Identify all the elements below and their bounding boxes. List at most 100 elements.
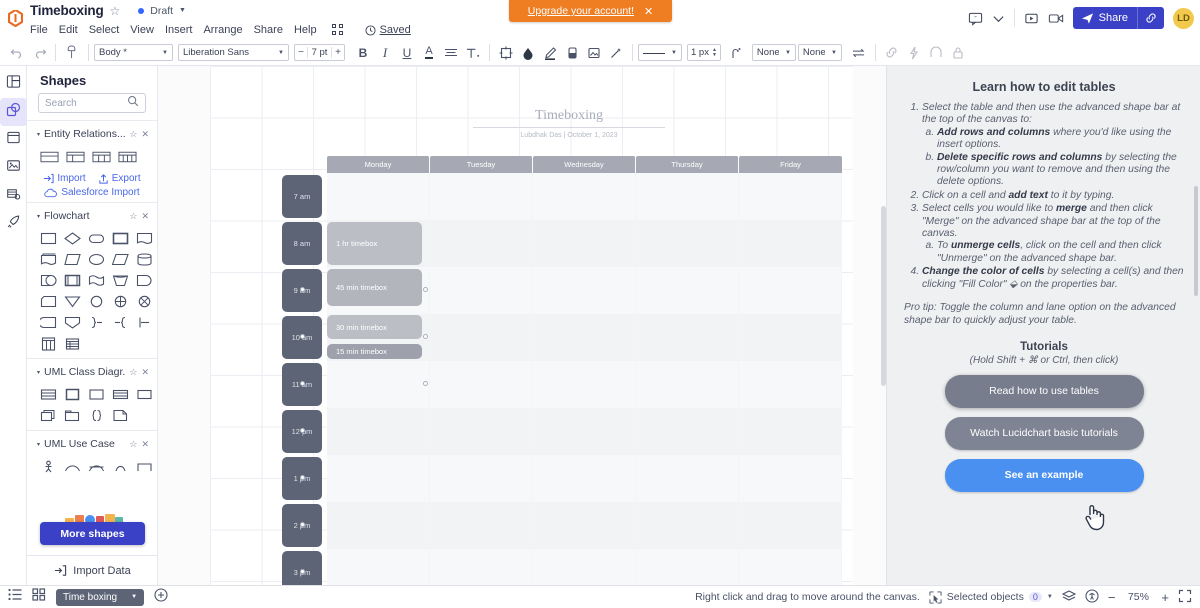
selection-handle[interactable]: [300, 428, 305, 433]
shape-merge[interactable]: [60, 291, 84, 312]
cell[interactable]: [533, 408, 636, 455]
shape-circle[interactable]: [84, 291, 108, 312]
row-cells[interactable]: [327, 173, 842, 220]
canvas-title[interactable]: Timeboxing: [473, 108, 665, 128]
row-cells[interactable]: [327, 502, 842, 549]
shape-stored-data[interactable]: [36, 312, 60, 333]
undo-icon[interactable]: [6, 42, 28, 64]
shape-data[interactable]: [60, 249, 84, 270]
shape-predefined-process[interactable]: [108, 228, 132, 249]
swap-arrows-icon[interactable]: [848, 42, 870, 64]
see-an-example-button[interactable]: See an example: [944, 458, 1144, 492]
cell[interactable]: [533, 455, 636, 502]
shape-uml-usecase-arc-line[interactable]: [84, 456, 108, 477]
menu-item-file[interactable]: File: [30, 24, 48, 36]
cell[interactable]: [533, 361, 636, 408]
cell[interactable]: [327, 173, 430, 220]
shape-subroutine[interactable]: [60, 270, 84, 291]
time-label-3pm[interactable]: 3 pm: [282, 551, 322, 585]
line-color-icon[interactable]: [539, 42, 561, 64]
row-cells[interactable]: 1 hr timebox: [327, 220, 842, 267]
cell[interactable]: [533, 220, 636, 267]
cell[interactable]: [430, 361, 533, 408]
time-label-8am[interactable]: 8 am: [282, 222, 322, 265]
rail-item-data[interactable]: [0, 182, 27, 210]
page-list-icon[interactable]: [8, 588, 22, 606]
lucid-logo-icon[interactable]: [0, 0, 30, 36]
fit-to-screen-icon[interactable]: [1178, 589, 1192, 606]
line-width-value[interactable]: 1 px: [691, 47, 709, 58]
timebox-1hr[interactable]: 1 hr timebox: [327, 222, 422, 265]
cell[interactable]: [636, 267, 739, 314]
selection-handle[interactable]: [423, 334, 428, 339]
cell[interactable]: [430, 267, 533, 314]
bold-button[interactable]: B: [352, 42, 374, 64]
shape-uml-class-2[interactable]: [108, 384, 132, 405]
rail-item-integrations[interactable]: [0, 210, 27, 238]
cell[interactable]: [636, 361, 739, 408]
shape-card[interactable]: [36, 291, 60, 312]
status-badge[interactable]: Draft: [150, 5, 173, 17]
shape-summing-junction[interactable]: [108, 291, 132, 312]
shape-table-rows[interactable]: [60, 333, 84, 354]
import-data-button[interactable]: Import Data: [27, 555, 157, 585]
timeboxing-table[interactable]: Monday Tuesday Wednesday Thursday Friday…: [282, 156, 842, 585]
cell[interactable]: [636, 502, 739, 549]
close-icon[interactable]: ✕: [141, 439, 149, 450]
layers-icon[interactable]: [1061, 589, 1077, 606]
shape-manual-operation[interactable]: [108, 270, 132, 291]
fill-color-icon[interactable]: [517, 42, 539, 64]
cell[interactable]: [739, 267, 842, 314]
cell[interactable]: [533, 549, 636, 585]
zoom-level[interactable]: 75%: [1124, 591, 1152, 603]
column-header-monday[interactable]: Monday: [327, 156, 430, 173]
accessibility-icon[interactable]: [1085, 588, 1099, 606]
font-size-increase[interactable]: +: [332, 47, 344, 58]
menu-item-share[interactable]: Share: [254, 24, 283, 36]
selection-handle[interactable]: [300, 522, 305, 527]
font-size-decrease[interactable]: −: [295, 47, 307, 58]
page-tab-time-boxing[interactable]: Time boxing ▼: [56, 588, 145, 606]
canvas-document-heading[interactable]: Timeboxing Lubdhak Das | October 1, 2023: [473, 108, 665, 139]
shape-uml-actor[interactable]: [36, 456, 60, 477]
page-grid-icon[interactable]: [32, 588, 46, 606]
cell[interactable]: [327, 502, 430, 549]
arrow-end-select[interactable]: None ▼: [797, 44, 842, 61]
selected-objects-control[interactable]: Selected objects 0 ▼: [929, 590, 1053, 604]
cell[interactable]: [327, 455, 430, 502]
timebox-15min[interactable]: 15 min timebox: [327, 344, 422, 359]
close-icon[interactable]: ✕: [141, 367, 149, 378]
cell[interactable]: [636, 314, 739, 361]
cell[interactable]: [636, 173, 739, 220]
row-cells[interactable]: 45 min timebox: [327, 267, 842, 314]
shape-uml-usecase-rect[interactable]: [132, 456, 156, 477]
selection-handle[interactable]: [300, 334, 305, 339]
time-label-7am[interactable]: 7 am: [282, 175, 322, 218]
menu-item-insert[interactable]: Insert: [165, 24, 193, 36]
shape-uml-class-3[interactable]: [36, 384, 60, 405]
menu-item-edit[interactable]: Edit: [59, 24, 78, 36]
column-header-wednesday[interactable]: Wednesday: [533, 156, 636, 173]
favorite-star-icon[interactable]: ☆: [129, 211, 137, 222]
shape-document[interactable]: [132, 228, 156, 249]
selection-handle[interactable]: [300, 287, 305, 292]
shape-delay[interactable]: [36, 270, 60, 291]
shape-uml-object[interactable]: [132, 384, 156, 405]
row-cells[interactable]: [327, 455, 842, 502]
shape-parallelogram[interactable]: [108, 249, 132, 270]
italic-button[interactable]: I: [374, 42, 396, 64]
copy-link-button[interactable]: [1137, 7, 1164, 29]
timebox-45min[interactable]: 45 min timebox: [327, 269, 422, 306]
cell[interactable]: [533, 502, 636, 549]
shape-process[interactable]: [36, 228, 60, 249]
font-family-select[interactable]: Liberation Sans ▼: [178, 44, 289, 61]
share-button[interactable]: Share: [1072, 7, 1164, 29]
shape-uml-usecase-narrow[interactable]: [108, 456, 132, 477]
shape-er-entity-2col[interactable]: [63, 146, 87, 167]
present-icon[interactable]: [1024, 11, 1039, 26]
image-fill-icon[interactable]: [583, 42, 605, 64]
salesforce-import-button[interactable]: Salesforce Import: [27, 187, 157, 198]
menu-item-help[interactable]: Help: [294, 24, 317, 36]
shape-bracket[interactable]: [132, 312, 156, 333]
cell[interactable]: [636, 220, 739, 267]
